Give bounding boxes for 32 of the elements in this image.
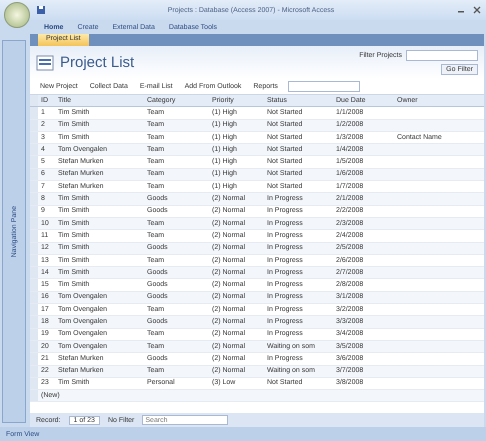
row-selector[interactable] xyxy=(30,267,38,278)
row-selector[interactable] xyxy=(30,132,38,144)
row-selector[interactable] xyxy=(30,254,38,266)
row-selector[interactable] xyxy=(30,340,38,352)
row-selector[interactable] xyxy=(30,120,38,131)
row-selector[interactable] xyxy=(30,353,38,365)
form-title: Project List xyxy=(60,54,136,71)
row-selector[interactable] xyxy=(30,181,38,192)
close-icon[interactable] xyxy=(472,5,482,15)
reports-combo[interactable] xyxy=(288,81,360,92)
row-selector[interactable] xyxy=(30,107,38,119)
row-selector[interactable] xyxy=(30,328,38,340)
row-selector[interactable] xyxy=(30,193,38,205)
office-button[interactable] xyxy=(4,2,30,28)
row-selector[interactable] xyxy=(30,279,38,291)
row-selector[interactable] xyxy=(30,144,38,156)
row-selector[interactable] xyxy=(30,304,38,316)
row-selector[interactable] xyxy=(30,390,38,402)
row-selector[interactable] xyxy=(30,242,38,254)
row-selector[interactable] xyxy=(30,156,38,168)
save-icon[interactable] xyxy=(36,5,46,15)
row-selector[interactable] xyxy=(30,230,38,242)
row-selector[interactable] xyxy=(30,366,38,377)
row-selector[interactable] xyxy=(30,378,38,390)
row-selector[interactable] xyxy=(30,206,38,217)
filter-combo[interactable] xyxy=(406,50,478,61)
row-selector[interactable] xyxy=(30,316,38,328)
form-icon xyxy=(36,54,54,72)
row-selector[interactable] xyxy=(30,168,38,180)
select-all-button[interactable] xyxy=(30,95,38,106)
row-selector[interactable] xyxy=(30,218,38,230)
row-selector[interactable] xyxy=(30,292,38,304)
